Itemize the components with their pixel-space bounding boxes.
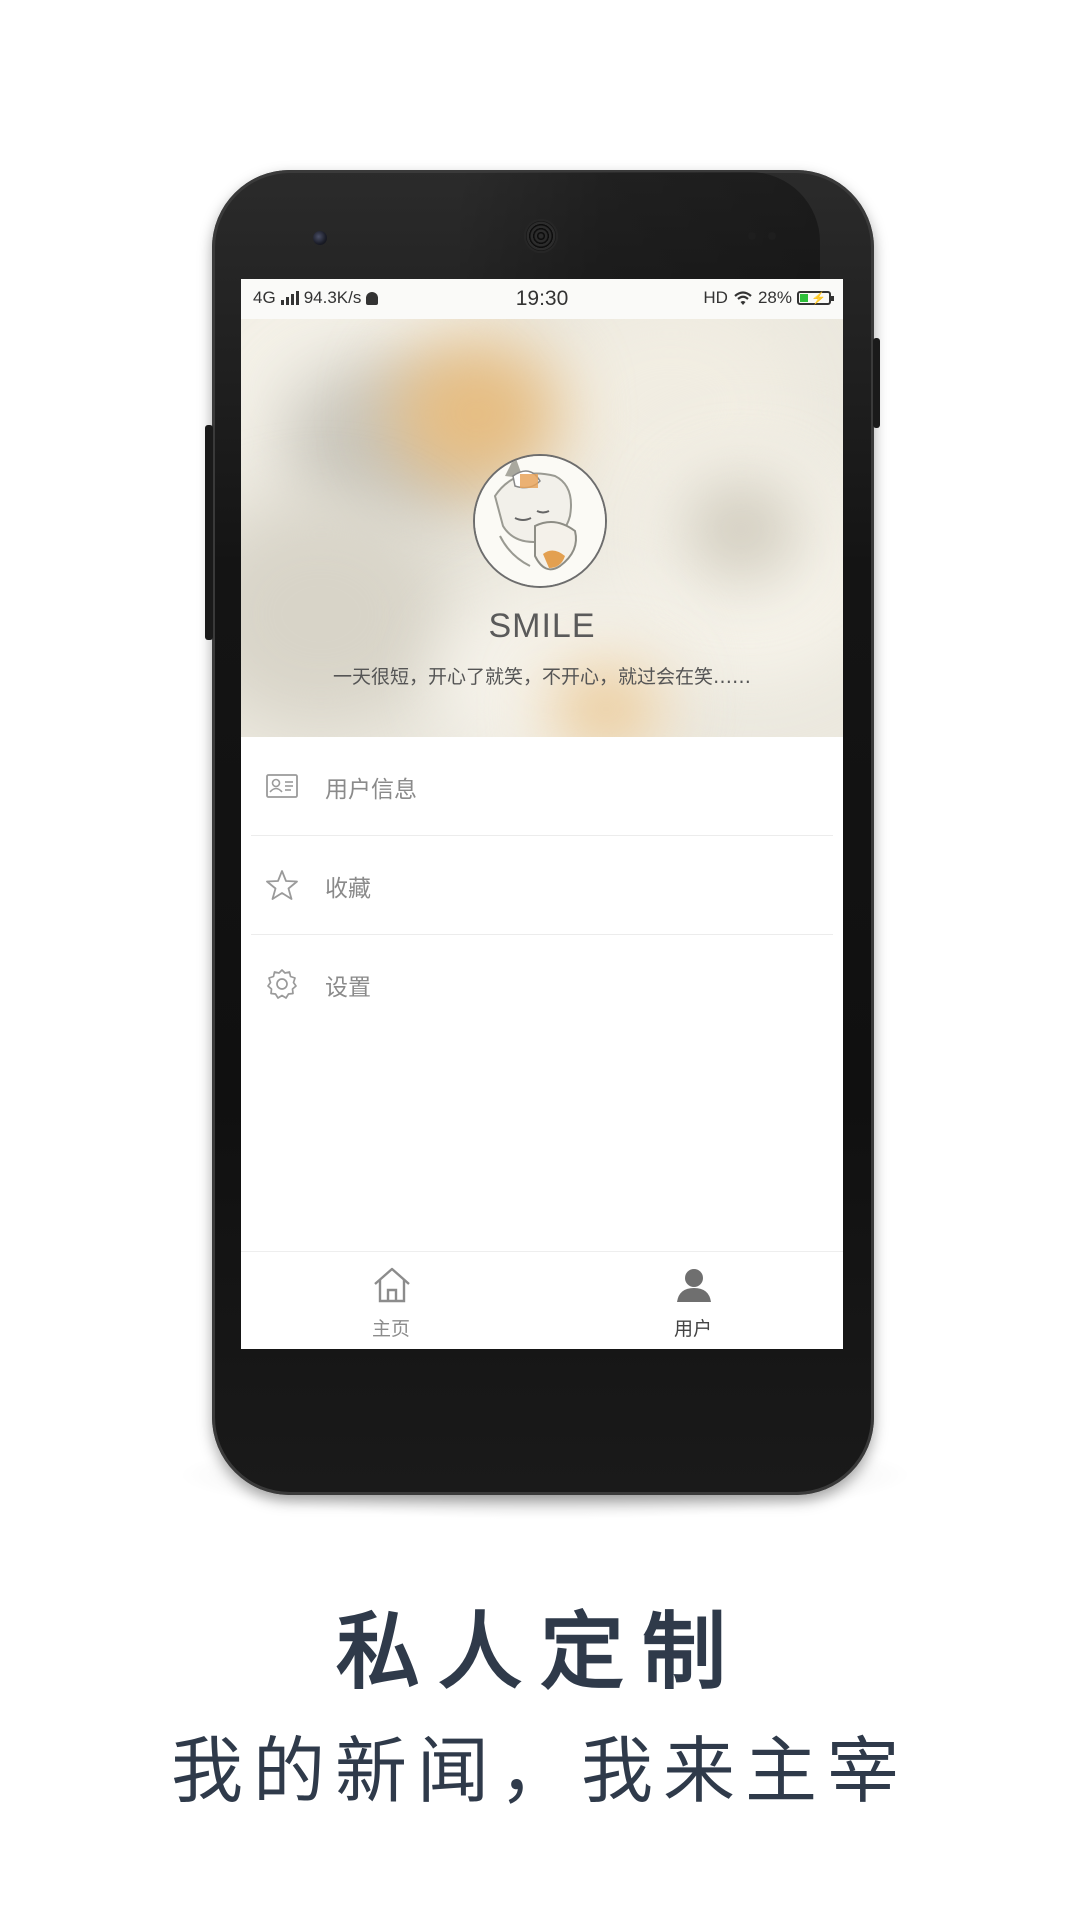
earpiece-speaker (524, 219, 558, 253)
menu-list: 用户信息 收藏 设置 (241, 737, 843, 1034)
phone-sheen (460, 172, 820, 292)
proximity-sensor (748, 232, 756, 240)
user-icon (677, 1269, 711, 1302)
menu-label: 用户信息 (325, 777, 417, 803)
bottom-nav: 主页 用户 (241, 1251, 843, 1349)
profile-header: SMILE 一天很短，开心了就笑，不开心，就过会在笑…… (241, 319, 843, 737)
profile-name: SMILE (488, 607, 596, 645)
profile-bio: 一天很短，开心了就笑，不开心，就过会在笑…… (333, 666, 752, 688)
gear-icon (267, 969, 297, 999)
home-icon (374, 1267, 410, 1303)
tab-label: 主页 (371, 1318, 410, 1340)
cat-avatar-image (475, 456, 605, 586)
menu-item-settings[interactable]: 设置 (241, 935, 843, 1034)
caption-subtitle: 我的新闻，我来主宰 (170, 1729, 909, 1813)
volume-button (205, 425, 213, 640)
light-sensor (768, 232, 776, 240)
star-icon (266, 870, 298, 900)
caption-title: 私人定制 (335, 1602, 744, 1701)
avatar[interactable] (473, 454, 607, 588)
menu-label: 设置 (325, 975, 371, 1001)
charging-bolt-icon: ⚡ (811, 291, 826, 305)
status-right: HD 28% ⚡ (703, 288, 834, 308)
power-button (873, 338, 880, 428)
tab-user[interactable]: 用户 (593, 1252, 793, 1349)
status-bar: 4G 94.3K/s 19:30 HD 28% ⚡ (241, 279, 843, 319)
tab-home[interactable]: 主页 (291, 1252, 491, 1349)
background-blur (681, 479, 801, 579)
wifi-icon (734, 291, 752, 305)
phone-screen: 4G 94.3K/s 19:30 HD 28% ⚡ SMILE 一天很短，开心了… (241, 279, 843, 1349)
menu-item-favorites[interactable]: 收藏 (241, 836, 843, 935)
battery-fill (800, 294, 808, 302)
menu-label: 收藏 (325, 876, 371, 902)
hd-badge: HD (703, 288, 728, 307)
battery-percent: 28% (757, 288, 792, 307)
menu-item-user-info[interactable]: 用户信息 (241, 737, 843, 836)
battery-icon: ⚡ (797, 291, 834, 305)
user-card-icon (266, 774, 298, 798)
tab-label: 用户 (673, 1318, 712, 1340)
front-camera (313, 231, 327, 245)
